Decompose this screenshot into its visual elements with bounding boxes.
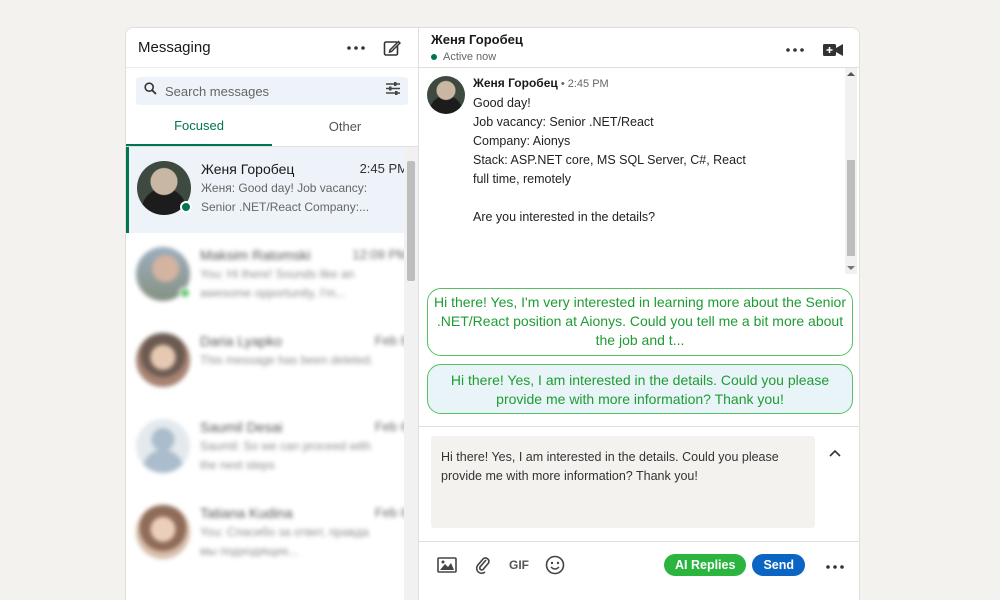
message-line: Stack: ASP.NET core, MS SQL Server, C#, … (473, 153, 746, 167)
conversation-name: Maksim Ratomski (200, 247, 311, 263)
conversation-item[interactable]: Женя Горобец 2:45 PM Женя: Good day! Job… (126, 147, 418, 233)
message-line: Job vacancy: Senior .NET/React (473, 115, 654, 129)
avatar (136, 419, 190, 473)
conversation-name: Женя Горобец (201, 161, 295, 177)
message-line: full time, remotely (473, 172, 571, 186)
divider (419, 426, 859, 427)
sidebar-header: Messaging (126, 28, 418, 68)
conversation-name: Saumil Desai (200, 419, 283, 435)
conversation-list: Женя Горобец 2:45 PM Женя: Good day! Job… (126, 147, 418, 600)
message-time: 2:45 PM (567, 78, 609, 90)
conversation-item[interactable]: Tatiana Kudina Feb 6 You: Спасибо за отв… (126, 491, 418, 577)
search-icon (144, 82, 157, 100)
message-list: Женя Горобец • 2:45 PM Good day! Job vac… (419, 68, 859, 278)
conversation-time: Feb 8 (374, 333, 408, 348)
conversation-time: 2:45 PM (359, 161, 408, 176)
compose-icon[interactable] (378, 34, 406, 62)
composer-toolbar: GIF AI Replies Send (433, 552, 847, 578)
avatar (137, 161, 192, 215)
conversation-name: Tatiana Kudina (200, 505, 293, 521)
gif-button[interactable]: GIF (505, 552, 533, 578)
message-body: Good day! Job vacancy: Senior .NET/React… (473, 94, 746, 227)
online-indicator (179, 287, 191, 299)
scrollbar-thumb[interactable] (847, 160, 855, 256)
ai-replies-button[interactable]: AI Replies (664, 554, 747, 576)
thread-header: Женя Горобец Active now (419, 28, 859, 68)
online-dot (431, 54, 437, 60)
conversation-scrollbar[interactable] (404, 147, 418, 600)
chevron-up-icon[interactable] (827, 446, 843, 462)
image-icon[interactable] (433, 552, 461, 578)
conversation-name: Daria Lyapko (200, 333, 282, 349)
inbox-tabs: Focused Other (126, 107, 418, 147)
more-icon[interactable] (781, 36, 809, 64)
scrollbar-thumb[interactable] (407, 161, 415, 281)
message-line: Company: Aionys (473, 134, 571, 148)
tab-focused[interactable]: Focused (126, 107, 272, 146)
message: Женя Горобец • 2:45 PM Good day! Job vac… (427, 76, 837, 227)
conversation-preview: Saumil: So we can proceed with (200, 439, 371, 453)
avatar (427, 76, 465, 114)
ai-reply-suggestion[interactable]: Hi there! Yes, I'm very interested in le… (427, 288, 853, 356)
conversation-item[interactable]: Saumil Desai Feb 6 Saumil: So we can pro… (126, 405, 418, 491)
conversation-preview: You: Hi there! Sounds like an (200, 267, 355, 281)
more-icon[interactable] (823, 556, 847, 574)
conversation-preview: the next steps (200, 458, 275, 472)
conversation-preview: Женя: Good day! Job vacancy: (201, 181, 368, 195)
message-line: Are you interested in the details? (473, 210, 656, 224)
conversation-time: Feb 6 (374, 505, 408, 520)
avatar (136, 505, 190, 559)
conversation-preview: Senior .NET/React Company:... (201, 200, 370, 214)
message-separator: • (557, 78, 568, 90)
thread-scrollbar[interactable] (845, 68, 857, 274)
conversation-preview: awesome opportunity, I'm... (200, 286, 346, 300)
presence-text: Active now (443, 51, 497, 63)
message-sender[interactable]: Женя Горобец (473, 76, 558, 90)
divider (419, 541, 859, 542)
message-composer[interactable]: Hi there! Yes, I am interested in the de… (431, 436, 815, 528)
tab-other[interactable]: Other (272, 107, 418, 146)
conversation-sidebar: Messaging Focused Other (126, 28, 419, 600)
online-indicator (180, 201, 192, 213)
thread-pane: Женя Горобец Active now Женя Горобец • 2… (419, 28, 859, 600)
conversation-item[interactable]: Daria Lyapko Feb 8 This message has been… (126, 319, 418, 405)
conversation-time: Feb 6 (374, 419, 408, 434)
conversation-time: 12:09 PM (352, 247, 408, 262)
ai-reply-suggestion[interactable]: Hi there! Yes, I am interested in the de… (427, 364, 853, 414)
scroll-down-arrow[interactable] (847, 266, 855, 270)
video-icon[interactable] (819, 36, 847, 64)
conversation-preview: This message has been deleted. (200, 353, 374, 367)
conversation-item[interactable]: Maksim Ratomski 12:09 PM You: Hi there! … (126, 233, 418, 319)
messaging-window: Messaging Focused Other (125, 27, 860, 600)
avatar (136, 333, 190, 387)
search-input[interactable] (165, 83, 378, 99)
avatar (136, 247, 191, 301)
scroll-up-arrow[interactable] (847, 72, 855, 76)
sidebar-title: Messaging (138, 39, 211, 56)
message-line: Good day! (473, 96, 531, 110)
conversation-preview: мы подходящих... (200, 544, 299, 558)
filter-icon[interactable] (386, 82, 400, 100)
message-line (473, 189, 746, 208)
more-icon[interactable] (342, 34, 370, 62)
send-button[interactable]: Send (752, 554, 805, 576)
emoji-icon[interactable] (541, 552, 569, 578)
search-box[interactable] (136, 77, 408, 105)
conversation-preview: You: Спасибо за ответ, правда (200, 525, 369, 539)
attach-icon[interactable] (469, 552, 497, 578)
